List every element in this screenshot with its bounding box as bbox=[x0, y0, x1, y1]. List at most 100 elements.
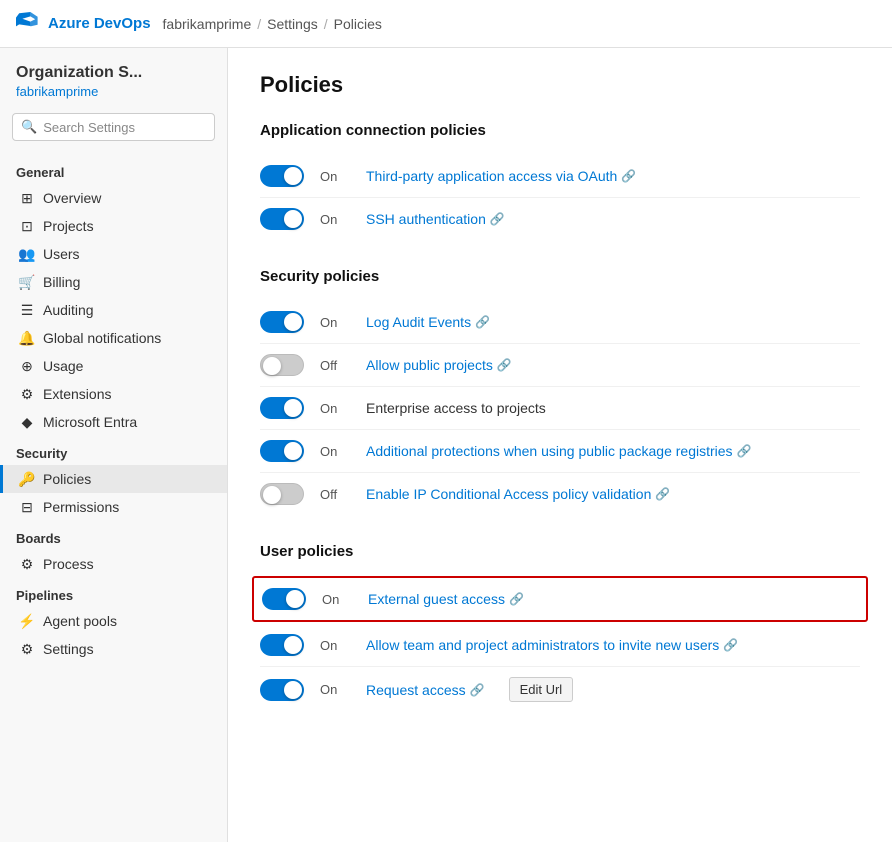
sidebar-label-auditing: Auditing bbox=[43, 302, 94, 318]
logo-area: Azure DevOps bbox=[16, 12, 151, 36]
policy-row-request-access: On Request access 🔗 Edit Url bbox=[260, 667, 860, 712]
ssh-link-icon: 🔗 bbox=[490, 212, 505, 226]
breadcrumb-sep2: / bbox=[324, 16, 328, 32]
policy-row-invite-users: On Allow team and project administrators… bbox=[260, 624, 860, 667]
toggle-additional-protections[interactable] bbox=[260, 440, 304, 462]
toggle-ip-conditional[interactable] bbox=[260, 483, 304, 505]
sidebar-label-billing: Billing bbox=[43, 274, 80, 290]
breadcrumb-sep1: / bbox=[257, 16, 261, 32]
section-title-security: Security bbox=[0, 436, 227, 465]
toggle-label-enterprise-access: On bbox=[320, 401, 350, 416]
toggle-oauth[interactable] bbox=[260, 165, 304, 187]
settings-pipelines-icon: ⚙ bbox=[19, 641, 35, 657]
toggle-label-ssh: On bbox=[320, 212, 350, 227]
brand-name: Azure DevOps bbox=[48, 15, 151, 32]
top-nav: Azure DevOps fabrikamprime / Settings / … bbox=[0, 0, 892, 48]
policy-name-additional-protections[interactable]: Additional protections when using public… bbox=[366, 443, 752, 459]
sidebar: Organization S... fabrikamprime 🔍 Genera… bbox=[0, 48, 228, 842]
sidebar-label-permissions: Permissions bbox=[43, 499, 119, 515]
policy-name-ssh[interactable]: SSH authentication 🔗 bbox=[366, 211, 505, 227]
toggle-ssh[interactable] bbox=[260, 208, 304, 230]
sidebar-label-extensions: Extensions bbox=[43, 386, 111, 402]
section-title-general: General bbox=[0, 155, 227, 184]
policy-row-oauth: On Third-party application access via OA… bbox=[260, 155, 860, 198]
policy-name-external-guest[interactable]: External guest access 🔗 bbox=[368, 591, 524, 607]
policies-icon: 🔑 bbox=[19, 471, 35, 487]
policy-group-user: User policies On External guest access 🔗… bbox=[260, 543, 860, 712]
search-settings-container[interactable]: 🔍 bbox=[12, 113, 215, 141]
toggle-label-request-access: On bbox=[320, 682, 350, 697]
sidebar-label-settings-pipelines: Settings bbox=[43, 641, 94, 657]
entra-icon: ◆ bbox=[19, 414, 35, 430]
ip-conditional-link-icon: 🔗 bbox=[655, 487, 670, 501]
toggle-external-guest[interactable] bbox=[262, 588, 306, 610]
policy-row-additional-protections: On Additional protections when using pub… bbox=[260, 430, 860, 473]
sidebar-label-users: Users bbox=[43, 246, 80, 262]
section-title-app-connection: Application connection policies bbox=[260, 122, 860, 139]
usage-icon: ⊕ bbox=[19, 358, 35, 374]
sidebar-item-overview[interactable]: ⊞ Overview bbox=[0, 184, 227, 212]
policy-name-request-access[interactable]: Request access 🔗 bbox=[366, 682, 485, 698]
breadcrumb: fabrikamprime / Settings / Policies bbox=[163, 16, 382, 32]
sidebar-item-projects[interactable]: ⊡ Projects bbox=[0, 212, 227, 240]
page-title: Policies bbox=[260, 72, 860, 98]
projects-icon: ⊡ bbox=[19, 218, 35, 234]
sidebar-item-process[interactable]: ⚙ Process bbox=[0, 550, 227, 578]
section-title-security-policies: Security policies bbox=[260, 268, 860, 285]
search-settings-input[interactable] bbox=[43, 120, 206, 135]
org-name: Organization S... bbox=[16, 64, 211, 82]
policy-name-oauth[interactable]: Third-party application access via OAuth… bbox=[366, 168, 636, 184]
toggle-label-oauth: On bbox=[320, 169, 350, 184]
section-title-boards: Boards bbox=[0, 521, 227, 550]
breadcrumb-settings: Settings bbox=[267, 16, 318, 32]
invite-users-link-icon: 🔗 bbox=[723, 638, 738, 652]
overview-icon: ⊞ bbox=[19, 190, 35, 206]
section-title-user-policies: User policies bbox=[260, 543, 860, 560]
toggle-public-projects[interactable] bbox=[260, 354, 304, 376]
sidebar-header: Organization S... fabrikamprime bbox=[0, 48, 227, 103]
sidebar-item-policies[interactable]: 🔑 Policies bbox=[0, 465, 227, 493]
sidebar-item-auditing[interactable]: ☰ Auditing bbox=[0, 296, 227, 324]
breadcrumb-current: Policies bbox=[334, 16, 382, 32]
sidebar-item-users[interactable]: 👥 Users bbox=[0, 240, 227, 268]
search-icon: 🔍 bbox=[21, 119, 37, 135]
sidebar-item-global-notifications[interactable]: 🔔 Global notifications bbox=[0, 324, 227, 352]
toggle-invite-users[interactable] bbox=[260, 634, 304, 656]
permissions-icon: ⊟ bbox=[19, 499, 35, 515]
toggle-log-audit[interactable] bbox=[260, 311, 304, 333]
org-sub: fabrikamprime bbox=[16, 84, 211, 99]
policy-name-log-audit[interactable]: Log Audit Events 🔗 bbox=[366, 314, 490, 330]
policy-row-enterprise-access: On Enterprise access to projects bbox=[260, 387, 860, 430]
sidebar-item-agent-pools[interactable]: ⚡ Agent pools bbox=[0, 607, 227, 635]
policy-row-ip-conditional: Off Enable IP Conditional Access policy … bbox=[260, 473, 860, 515]
sidebar-item-settings-pipelines[interactable]: ⚙ Settings bbox=[0, 635, 227, 663]
sidebar-label-overview: Overview bbox=[43, 190, 101, 206]
log-audit-link-icon: 🔗 bbox=[475, 315, 490, 329]
auditing-icon: ☰ bbox=[19, 302, 35, 318]
policy-row-ssh: On SSH authentication 🔗 bbox=[260, 198, 860, 240]
toggle-request-access[interactable] bbox=[260, 679, 304, 701]
sidebar-item-usage[interactable]: ⊕ Usage bbox=[0, 352, 227, 380]
policy-name-ip-conditional[interactable]: Enable IP Conditional Access policy vali… bbox=[366, 486, 670, 502]
notifications-icon: 🔔 bbox=[19, 330, 35, 346]
policy-group-security: Security policies On Log Audit Events 🔗 … bbox=[260, 268, 860, 515]
public-projects-link-icon: 🔗 bbox=[497, 358, 512, 372]
sidebar-label-policies: Policies bbox=[43, 471, 91, 487]
edit-url-button[interactable]: Edit Url bbox=[509, 677, 574, 702]
policy-name-invite-users[interactable]: Allow team and project administrators to… bbox=[366, 637, 738, 653]
sidebar-item-microsoft-entra[interactable]: ◆ Microsoft Entra bbox=[0, 408, 227, 436]
toggle-enterprise-access[interactable] bbox=[260, 397, 304, 419]
sidebar-label-microsoft-entra: Microsoft Entra bbox=[43, 414, 137, 430]
toggle-label-additional-protections: On bbox=[320, 444, 350, 459]
request-access-link-icon: 🔗 bbox=[470, 683, 485, 697]
toggle-label-invite-users: On bbox=[320, 638, 350, 653]
sidebar-item-billing[interactable]: 🛒 Billing bbox=[0, 268, 227, 296]
policy-name-public-projects[interactable]: Allow public projects 🔗 bbox=[366, 357, 512, 373]
main-layout: Organization S... fabrikamprime 🔍 Genera… bbox=[0, 48, 892, 842]
agent-pools-icon: ⚡ bbox=[19, 613, 35, 629]
sidebar-item-extensions[interactable]: ⚙ Extensions bbox=[0, 380, 227, 408]
billing-icon: 🛒 bbox=[19, 274, 35, 290]
toggle-label-log-audit: On bbox=[320, 315, 350, 330]
additional-protections-link-icon: 🔗 bbox=[737, 444, 752, 458]
sidebar-item-permissions[interactable]: ⊟ Permissions bbox=[0, 493, 227, 521]
